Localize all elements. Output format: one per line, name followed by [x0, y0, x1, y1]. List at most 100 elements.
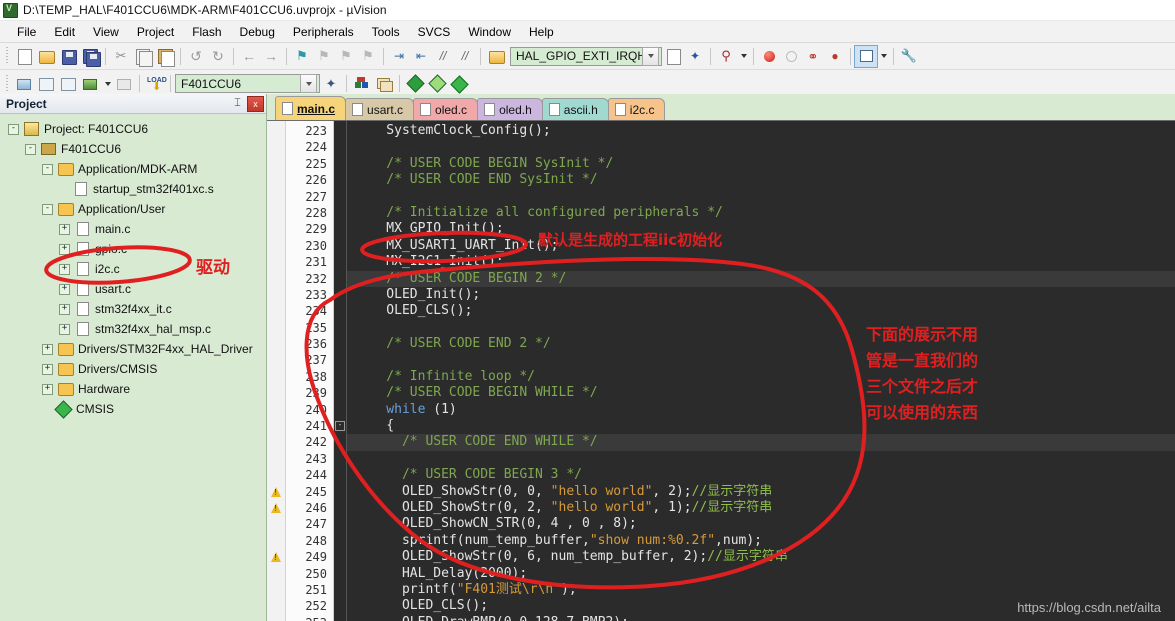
code-line[interactable] — [347, 139, 1175, 155]
menu-item-view[interactable]: View — [84, 23, 128, 41]
navigate-forward-icon[interactable]: → — [260, 46, 282, 67]
disable-breakpoint-icon[interactable] — [780, 46, 802, 67]
code-line[interactable]: /* USER CODE BEGIN 3 */ — [347, 467, 1175, 483]
configuration-wizard-icon[interactable] — [662, 46, 684, 67]
build-icon[interactable] — [35, 73, 57, 94]
tree-expand-icon[interactable]: + — [59, 223, 70, 235]
tree-collapse-icon[interactable]: - — [8, 123, 19, 135]
function-combo-dropdown-icon[interactable] — [642, 46, 659, 66]
redo-icon[interactable]: ↻ — [207, 46, 229, 67]
tree-item[interactable]: startup_stm32f401xc.s — [0, 179, 266, 199]
target-options-icon[interactable]: ✦ — [320, 73, 342, 94]
open-file-icon[interactable] — [35, 46, 57, 67]
code-line[interactable] — [347, 189, 1175, 205]
tree-item[interactable]: + stm32f4xx_hal_msp.c — [0, 319, 266, 339]
code-line[interactable]: while (1) — [347, 402, 1175, 418]
menu-item-help[interactable]: Help — [520, 23, 563, 41]
stop-build-icon[interactable] — [113, 73, 135, 94]
batch-build-dropdown-icon[interactable] — [101, 73, 113, 94]
editor-tab-i2c-c[interactable]: i2c.c — [607, 98, 666, 120]
tree-expand-icon[interactable]: + — [59, 323, 70, 335]
manage-run-time-env-icon[interactable] — [426, 73, 448, 94]
tree-item[interactable]: - Application/User — [0, 199, 266, 219]
tree-item[interactable]: + Hardware — [0, 379, 266, 399]
code-line[interactable]: /* USER CODE BEGIN SysInit */ — [347, 156, 1175, 172]
menu-item-flash[interactable]: Flash — [183, 23, 230, 41]
build-toolbar-grip[interactable] — [4, 74, 10, 93]
code-line[interactable]: OLED_ShowCN_STR(0, 4 , 0 , 8); — [347, 516, 1175, 532]
editor-tab-strip[interactable]: main.c usart.c oled.c oled.h ascii.h i2c.c — [267, 94, 1175, 121]
cut-icon[interactable]: ✂ — [110, 46, 132, 67]
code-line[interactable]: HAL_Delay(2000); — [347, 566, 1175, 582]
code-content[interactable]: SystemClock_Config(); /* USER CODE BEGIN… — [346, 121, 1175, 621]
disable-all-breakpoints-icon[interactable]: ⚭ — [802, 46, 824, 67]
tree-expand-icon[interactable]: + — [59, 243, 70, 255]
code-line[interactable]: sprintf(num_temp_buffer,"show num:%0.2f"… — [347, 533, 1175, 549]
insert-breakpoint-icon[interactable] — [758, 46, 780, 67]
code-line[interactable]: OLED_CLS(); — [347, 303, 1175, 319]
manage-windows-icon[interactable] — [854, 44, 878, 68]
tree-collapse-icon[interactable]: - — [42, 203, 53, 215]
close-icon[interactable]: x — [247, 95, 264, 112]
code-line[interactable]: /* USER CODE BEGIN WHILE */ — [347, 385, 1175, 401]
menu-item-debug[interactable]: Debug — [231, 23, 284, 41]
menu-item-tools[interactable]: Tools — [363, 23, 409, 41]
bookmark-prev-icon[interactable]: ⚑ — [313, 46, 335, 67]
pack-installer-icon[interactable] — [404, 73, 426, 94]
warning-marker[interactable] — [267, 500, 285, 516]
tree-expand-icon[interactable]: + — [42, 343, 53, 355]
tree-item[interactable]: + stm32f4xx_it.c — [0, 299, 266, 319]
find-dropdown-icon[interactable] — [737, 46, 749, 67]
code-line[interactable]: { — [347, 418, 1175, 434]
menu-item-peripherals[interactable]: Peripherals — [284, 23, 363, 41]
tree-expand-icon[interactable]: + — [59, 263, 70, 275]
bookmark-toggle-icon[interactable]: ⚑ — [291, 46, 313, 67]
tree-expand-icon[interactable]: + — [42, 383, 53, 395]
code-folding-column[interactable]: - — [334, 121, 346, 621]
code-line[interactable]: /* Initialize all configured peripherals… — [347, 205, 1175, 221]
navigate-back-icon[interactable]: ← — [238, 46, 260, 67]
save-icon[interactable] — [57, 46, 79, 67]
tree-item[interactable]: + Drivers/STM32F4xx_HAL_Driver — [0, 339, 266, 359]
tree-item[interactable]: + usart.c — [0, 279, 266, 299]
manage-project-items-icon[interactable] — [351, 73, 373, 94]
tree-expand-icon[interactable]: + — [59, 283, 70, 295]
code-line[interactable]: /* USER CODE END SysInit */ — [347, 172, 1175, 188]
tree-item[interactable]: - Application/MDK-ARM — [0, 159, 266, 179]
project-tree[interactable]: - Project: F401CCU6- F401CCU6- Application/… — [0, 114, 266, 621]
tree-item[interactable]: - Project: F401CCU6 — [0, 119, 266, 139]
editor-tab-oled-c[interactable]: oled.c — [413, 98, 479, 120]
target-combo-dropdown-icon[interactable] — [300, 74, 317, 93]
tree-item[interactable]: + Drivers/CMSIS — [0, 359, 266, 379]
editor-tab-ascii-h[interactable]: ascii.h — [541, 98, 609, 120]
rebuild-icon[interactable] — [57, 73, 79, 94]
menu-item-window[interactable]: Window — [459, 23, 520, 41]
tree-item[interactable]: CMSIS — [0, 399, 266, 419]
code-line[interactable]: MX_I2C1_Init(); — [347, 254, 1175, 270]
fold-collapse-icon[interactable]: - — [335, 421, 345, 432]
code-line[interactable] — [347, 352, 1175, 368]
save-all-icon[interactable] — [79, 46, 101, 67]
uncomment-icon[interactable]: // — [454, 46, 476, 67]
manage-windows-dropdown-icon[interactable] — [877, 46, 889, 67]
code-line[interactable]: /* USER CODE END 2 */ — [347, 336, 1175, 352]
indent-icon[interactable]: ⇥ — [388, 46, 410, 67]
copy-icon[interactable] — [132, 46, 154, 67]
warning-marker[interactable] — [267, 484, 285, 500]
bookmark-clear-icon[interactable]: ⚑ — [357, 46, 379, 67]
editor-tab-oled-h[interactable]: oled.h — [477, 98, 543, 120]
code-line[interactable]: MX_GPIO_Init(); — [347, 221, 1175, 237]
code-line[interactable] — [347, 320, 1175, 336]
tree-collapse-icon[interactable]: - — [25, 143, 36, 155]
kill-all-breakpoints-icon[interactable]: ● — [824, 46, 846, 67]
warning-marker[interactable] — [267, 549, 285, 565]
undo-icon[interactable]: ↺ — [185, 46, 207, 67]
menu-item-svcs[interactable]: SVCS — [409, 23, 460, 41]
code-line[interactable]: /* USER CODE BEGIN 2 */ — [347, 270, 1175, 287]
tree-expand-icon[interactable]: + — [59, 303, 70, 315]
paste-icon[interactable] — [154, 46, 176, 67]
configure-target-icon[interactable]: 🔧 — [898, 46, 920, 67]
tree-item[interactable]: - F401CCU6 — [0, 139, 266, 159]
code-line[interactable]: MX_USART1_UART_Init(); — [347, 238, 1175, 254]
code-line[interactable]: OLED_DrawBMP(0,0,128,7,BMP2); — [347, 615, 1175, 621]
